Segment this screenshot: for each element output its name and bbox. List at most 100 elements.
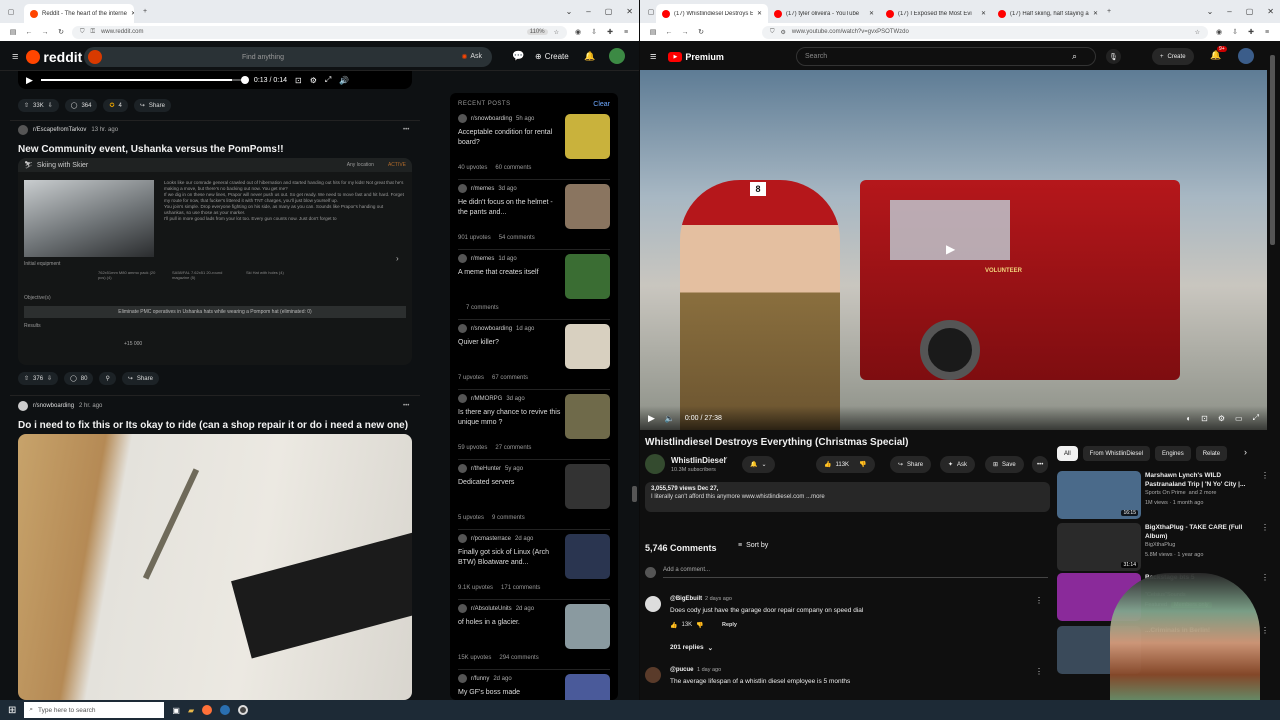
task-view-icon[interactable]: ▣ bbox=[172, 706, 180, 715]
search-icon[interactable]: ⌕ bbox=[1072, 51, 1077, 62]
settings-gear-icon[interactable]: ⚙ bbox=[310, 76, 317, 85]
chip-3[interactable]: Relate bbox=[1195, 446, 1228, 461]
dropdown-icon[interactable]: ⌄ bbox=[566, 7, 573, 16]
commenter-avatar[interactable] bbox=[645, 667, 661, 683]
chevron-right-icon[interactable]: › bbox=[396, 254, 399, 263]
new-tab-icon[interactable]: + bbox=[1104, 7, 1114, 17]
video-player[interactable]: VOLUNTEER 8 ▶ ▶ 🔈 0:00 / 27:38 ◐ ⊡ ⚙ ▭ ⤢ bbox=[640, 70, 1267, 430]
notifications-button[interactable]: 🔔 ⌄ bbox=[742, 456, 775, 473]
tab-reddit[interactable]: Reddit - The heart of the interne ✕ bbox=[24, 4, 134, 23]
address-bar[interactable]: ⛉ ⚙ www.youtube.com/watch?v=gvxPSOTWzdo … bbox=[762, 25, 1208, 39]
chat-icon[interactable]: 💬 bbox=[512, 51, 524, 62]
hamburger-icon[interactable]: ≡ bbox=[650, 51, 656, 63]
rec-title[interactable]: Marshawn Lynch's WILD Pastranaland Trip … bbox=[1145, 471, 1257, 489]
create-button[interactable]: + Create bbox=[1152, 48, 1194, 65]
minimize-icon[interactable]: – bbox=[1227, 7, 1231, 16]
rec-menu-icon[interactable]: ⋮ bbox=[1261, 573, 1269, 582]
steam-icon[interactable] bbox=[220, 705, 231, 715]
share-button[interactable]: ↪ Share bbox=[121, 372, 159, 385]
recent-post-thumbnail[interactable] bbox=[565, 324, 610, 369]
forward-icon[interactable]: → bbox=[40, 27, 50, 37]
downloads-icon[interactable]: ⇩ bbox=[1230, 27, 1240, 37]
play-icon[interactable]: ▶ bbox=[648, 413, 655, 424]
autoplay-toggle[interactable]: ◐ bbox=[1186, 414, 1191, 423]
comments-button[interactable]: ◯ 364 bbox=[64, 99, 98, 112]
tab-youtube[interactable]: (17) tyler oliveira - YouTube ✕ bbox=[768, 4, 880, 23]
post-image-snowboard[interactable] bbox=[18, 434, 412, 700]
rec-menu-icon[interactable]: ⋮ bbox=[1261, 523, 1269, 532]
reply-button[interactable]: Reply bbox=[722, 622, 737, 628]
recent-post-item[interactable]: r/pcmasterrace 2d ago Finally got sick of … bbox=[458, 530, 610, 600]
recent-post-title[interactable]: Dedicated servers bbox=[458, 478, 563, 488]
recent-post-title[interactable]: of holes in a glacier. bbox=[458, 618, 563, 628]
thumbs-down-icon[interactable]: 👎 bbox=[859, 461, 866, 468]
search-bar[interactable]: Find anything ✺ Ask bbox=[84, 47, 492, 67]
more-actions-button[interactable]: ••• bbox=[1032, 456, 1049, 473]
firefox-icon[interactable] bbox=[202, 705, 213, 715]
comments-button[interactable]: ◯ 80 bbox=[64, 372, 94, 385]
like-button[interactable]: 👍 113K 👎 bbox=[816, 456, 875, 473]
reload-icon[interactable]: ↻ bbox=[696, 27, 706, 37]
description-box[interactable]: 3,055,579 views Dec 27, I literally can'… bbox=[645, 482, 1050, 512]
extension-icon[interactable]: ◉ bbox=[573, 27, 583, 37]
menu-icon[interactable]: ≡ bbox=[621, 27, 631, 37]
fullscreen-icon[interactable]: ⤢ bbox=[1253, 413, 1259, 423]
video-progress-bar[interactable] bbox=[40, 76, 249, 84]
downvote-icon[interactable]: ⇩ bbox=[48, 102, 53, 109]
award-button[interactable]: ✪ 4 bbox=[103, 99, 128, 112]
recent-post-subreddit[interactable]: r/MMORPG bbox=[471, 396, 502, 402]
zoom-level[interactable]: 110% bbox=[526, 29, 548, 35]
video-thumbnail[interactable]: 31:14 bbox=[1057, 523, 1141, 571]
new-tab-icon[interactable]: + bbox=[140, 7, 150, 17]
file-explorer-icon[interactable]: ▰ bbox=[188, 706, 194, 715]
taskbar-search[interactable]: ⌕ Type here to search bbox=[24, 702, 165, 718]
overflow-menu-icon[interactable]: ••• bbox=[403, 127, 409, 133]
rec-menu-icon[interactable]: ⋮ bbox=[1261, 626, 1269, 635]
reload-icon[interactable]: ↻ bbox=[56, 27, 66, 37]
thumbs-down-icon[interactable]: 👎 bbox=[696, 622, 703, 629]
recent-post-thumbnail[interactable] bbox=[565, 674, 610, 700]
recent-post-subreddit[interactable]: r/pcmasterrace bbox=[471, 536, 511, 542]
extensions-puzzle-icon[interactable]: ✚ bbox=[1246, 27, 1256, 37]
tab-youtube[interactable]: (17) I Exposed the Most Evi ✕ bbox=[880, 4, 992, 23]
post-title[interactable]: New Community event, Ushanka versus the … bbox=[18, 144, 418, 155]
downloads-icon[interactable]: ⇩ bbox=[589, 27, 599, 37]
forward-icon[interactable]: → bbox=[680, 27, 690, 37]
close-tab-icon[interactable]: ✕ bbox=[131, 10, 134, 17]
sidebar-icon[interactable]: ▤ bbox=[648, 27, 658, 37]
recent-post-title[interactable]: Acceptable condition for rental board? bbox=[458, 128, 563, 148]
recent-post-subreddit[interactable]: r/memes bbox=[471, 256, 494, 262]
recent-post-title[interactable]: My GF's boss made bbox=[458, 688, 563, 698]
post-image-game-ui[interactable]: ⛷ Skiing with Skier Any location ACTIVE … bbox=[18, 158, 412, 365]
recent-post-title[interactable]: A meme that creates itself bbox=[458, 268, 563, 278]
fullscreen-icon[interactable]: ⤢ bbox=[325, 75, 331, 85]
volume-icon[interactable]: 🔊 bbox=[339, 76, 349, 85]
recent-post-item[interactable]: r/memes 1d ago A meme that creates itself 7… bbox=[458, 250, 610, 320]
tab-youtube[interactable]: (17) Half skiing, half staying ali ✕ bbox=[992, 4, 1104, 23]
minimize-icon[interactable]: – bbox=[586, 7, 590, 16]
recent-post-item[interactable]: r/AbsoluteUnits 2d ago of holes in a glaci… bbox=[458, 600, 610, 670]
sort-button[interactable]: ≡ Sort by bbox=[738, 542, 768, 549]
theater-icon[interactable]: ▭ bbox=[1235, 414, 1243, 423]
recent-post-subreddit[interactable]: r/AbsoluteUnits bbox=[471, 606, 512, 612]
recommended-video[interactable]: 16:15 Marshawn Lynch's WILD Pastranaland … bbox=[1057, 471, 1269, 521]
recent-post-title[interactable]: He didn't focus on the helmet - the pant… bbox=[458, 198, 563, 218]
upvote-icon[interactable]: ⇧ bbox=[24, 375, 29, 382]
maximize-icon[interactable]: ▢ bbox=[605, 7, 613, 16]
close-tab-icon[interactable]: ✕ bbox=[981, 10, 986, 17]
add-comment-input[interactable]: Add a comment... bbox=[663, 567, 1048, 578]
back-icon[interactable]: ← bbox=[664, 27, 674, 37]
channel-avatar[interactable] bbox=[645, 454, 665, 474]
commenter-avatar[interactable] bbox=[645, 596, 661, 612]
recent-post-item[interactable]: r/theHunter 5y ago Dedicated servers 5 upvo… bbox=[458, 460, 610, 530]
close-tab-icon[interactable]: ✕ bbox=[757, 10, 762, 17]
extensions-puzzle-icon[interactable]: ✚ bbox=[605, 27, 615, 37]
reddit-wordmark[interactable]: reddit bbox=[43, 49, 82, 65]
video-player[interactable]: ▶ 0:13 / 0:14 ⊡ ⚙ ⤢ 🔊 bbox=[18, 71, 412, 89]
overflow-menu-icon[interactable]: ••• bbox=[403, 403, 409, 409]
menu-icon[interactable]: ≡ bbox=[1262, 27, 1272, 37]
rec-menu-icon[interactable]: ⋮ bbox=[1261, 471, 1269, 480]
user-avatar[interactable] bbox=[1238, 48, 1254, 64]
recent-post-subreddit[interactable]: r/memes bbox=[471, 186, 494, 192]
channel-name[interactable]: WhistlinDiesel bbox=[671, 456, 726, 465]
